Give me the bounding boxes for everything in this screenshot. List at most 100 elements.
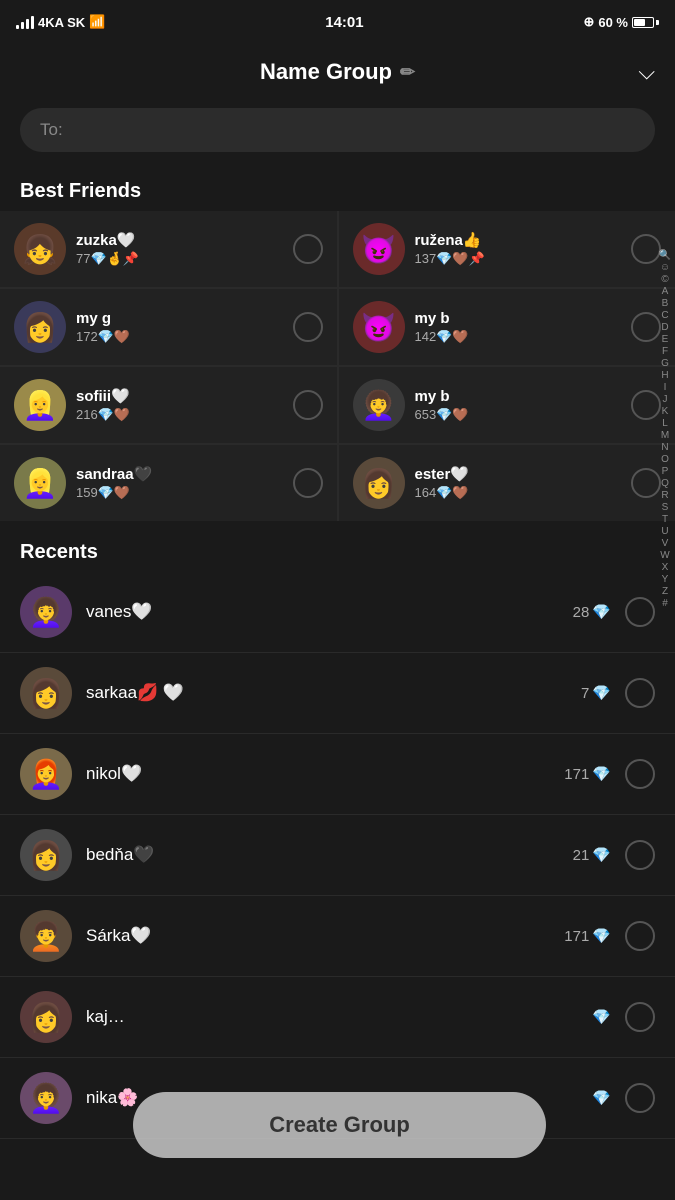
battery-icon (632, 17, 659, 28)
alpha-n[interactable]: N (661, 442, 668, 453)
select-circle[interactable] (625, 759, 655, 789)
friend-score: 216💎🤎 (76, 407, 283, 423)
best-friend-item-4[interactable]: 😈 my b 142💎🤎 (339, 289, 675, 365)
recent-score: 171💎 (564, 765, 611, 783)
select-circle[interactable] (625, 1083, 655, 1113)
alpha-h[interactable]: H (661, 370, 668, 381)
friend-score: 164💎🤎 (415, 485, 622, 501)
avatar-nika: 👩‍🦱 (20, 1072, 72, 1124)
recent-item-nikol[interactable]: 👩‍🦰 nikol🤍 171💎 (0, 734, 675, 815)
alpha-j[interactable]: J (663, 394, 668, 405)
alpha-g[interactable]: G (661, 358, 669, 369)
select-circle[interactable] (293, 468, 323, 498)
signal-bars (16, 16, 34, 29)
alpha-smiley[interactable]: ☺ (660, 262, 670, 273)
alpha-l[interactable]: L (662, 418, 668, 429)
alpha-y[interactable]: Y (662, 574, 669, 585)
alpha-o[interactable]: O (661, 454, 669, 465)
to-field[interactable]: To: (20, 108, 655, 152)
alpha-v[interactable]: V (662, 538, 669, 549)
alpha-copy[interactable]: © (661, 274, 668, 285)
alpha-q[interactable]: Q (661, 478, 669, 489)
alpha-t[interactable]: T (662, 514, 668, 525)
signal-bar-3 (26, 19, 29, 29)
best-friend-item-5[interactable]: 👱‍♀️ sofiii🤍 216💎🤎 (0, 367, 337, 443)
select-circle[interactable] (625, 597, 655, 627)
friend-name: sandraa🖤 (76, 465, 283, 483)
time-display: 14:01 (325, 14, 363, 31)
alpha-p[interactable]: P (662, 466, 669, 477)
avatar-myg: 👩 (14, 301, 66, 353)
chevron-down-icon[interactable]: ⌵ (638, 59, 655, 85)
battery-pct: 60 % (598, 15, 628, 30)
friend-info-myb2: my b 653💎🤎 (415, 388, 622, 423)
alpha-d[interactable]: D (661, 322, 668, 333)
best-friend-item-2[interactable]: 😈 ružena👍 137💎🤎📌 (339, 211, 675, 287)
avatar-ruzena: 😈 (353, 223, 405, 275)
alpha-f[interactable]: F (662, 346, 668, 357)
alpha-b[interactable]: B (662, 298, 669, 309)
alpha-r[interactable]: R (661, 490, 668, 501)
select-circle[interactable] (625, 1002, 655, 1032)
friend-score: 653💎🤎 (415, 407, 622, 423)
recent-item-bedna[interactable]: 👩 bedňa🖤 21💎 (0, 815, 675, 896)
best-friend-item-7[interactable]: 👱‍♀️ sandraa🖤 159💎🤎 (0, 445, 337, 521)
header: Name Group ✏ ⌵ (0, 44, 675, 100)
wifi-icon: 📶 (89, 14, 105, 30)
friend-score: 137💎🤎📌 (415, 251, 622, 267)
alpha-e[interactable]: E (662, 334, 669, 345)
avatar-sarka: 🧑‍🦱 (20, 910, 72, 962)
header-title: Name Group ✏ (260, 59, 415, 85)
recent-item-vanes[interactable]: 👩‍🦱 vanes🤍 28💎 (0, 572, 675, 653)
select-circle[interactable] (625, 921, 655, 951)
alpha-m[interactable]: M (661, 430, 669, 441)
recents-label: Recents (0, 529, 675, 572)
friend-score: 142💎🤎 (415, 329, 622, 345)
friend-info-ester: ester🤍 164💎🤎 (415, 465, 622, 501)
friend-info-myg: my g 172💎🤎 (76, 310, 283, 345)
recent-item-sarka[interactable]: 🧑‍🦱 Sárka🤍 171💎 (0, 896, 675, 977)
status-bar: 4KA SK 📶 14:01 ⊕ 60 % (0, 0, 675, 44)
recent-item-sarkaa[interactable]: 👩 sarkaa💋 🤍 7💎 (0, 653, 675, 734)
alpha-hash[interactable]: # (662, 598, 668, 609)
select-circle[interactable] (293, 312, 323, 342)
signal-bar-2 (21, 22, 24, 29)
alpha-i[interactable]: I (664, 382, 667, 393)
select-circle[interactable] (293, 234, 323, 264)
alpha-c[interactable]: C (661, 310, 668, 321)
recent-item-kaj[interactable]: 👩 kaj… 💎 (0, 977, 675, 1058)
recent-name: kaj… (86, 1007, 578, 1027)
best-friend-item-1[interactable]: 👧 zuzka🤍 77💎🤞📌 (0, 211, 337, 287)
alpha-s[interactable]: S (662, 502, 669, 513)
select-circle[interactable] (293, 390, 323, 420)
recent-score: 💎 (592, 1089, 611, 1107)
best-friend-item-3[interactable]: 👩 my g 172💎🤎 (0, 289, 337, 365)
alpha-x[interactable]: X (662, 562, 669, 573)
carrier-label: 4KA SK (38, 15, 85, 30)
alpha-w[interactable]: W (660, 550, 669, 561)
alpha-z[interactable]: Z (662, 586, 668, 597)
to-label: To: (40, 120, 63, 139)
select-circle[interactable] (625, 678, 655, 708)
friend-score: 77💎🤞📌 (76, 251, 283, 267)
avatar-kaj: 👩 (20, 991, 72, 1043)
alpha-search[interactable]: 🔍 (659, 250, 671, 261)
alpha-k[interactable]: K (662, 406, 669, 417)
avatar-myb1: 😈 (353, 301, 405, 353)
alpha-u[interactable]: U (661, 526, 668, 537)
signal-bar-4 (31, 16, 34, 29)
location-icon: ⊕ (583, 14, 594, 30)
friend-info-zuzka: zuzka🤍 77💎🤞📌 (76, 231, 283, 267)
best-friend-item-6[interactable]: 👩‍🦱 my b 653💎🤎 (339, 367, 675, 443)
best-friend-item-8[interactable]: 👩 ester🤍 164💎🤎 (339, 445, 675, 521)
select-circle[interactable] (625, 840, 655, 870)
avatar-vanes: 👩‍🦱 (20, 586, 72, 638)
recent-name: vanes🤍 (86, 602, 559, 622)
avatar-sarkaa: 👩 (20, 667, 72, 719)
friend-name: zuzka🤍 (76, 231, 283, 249)
alpha-a[interactable]: A (662, 286, 669, 297)
create-group-button[interactable]: Create Group (133, 1092, 546, 1158)
friend-name: ružena👍 (415, 231, 622, 249)
edit-icon[interactable]: ✏ (400, 62, 415, 83)
avatar-nikol: 👩‍🦰 (20, 748, 72, 800)
